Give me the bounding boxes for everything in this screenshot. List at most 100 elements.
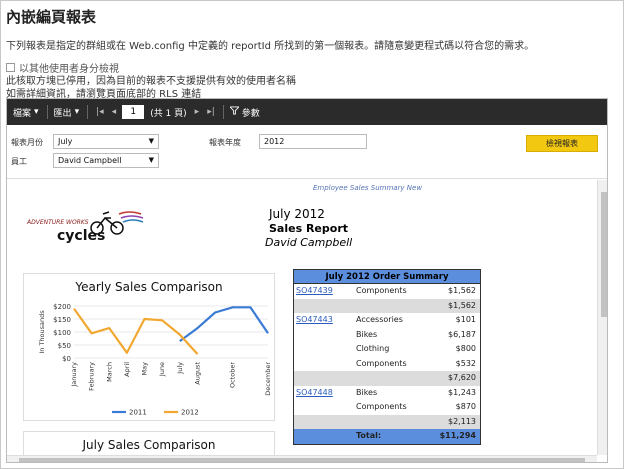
svg-text:ADVENTURE WORKS: ADVENTURE WORKS: [26, 219, 89, 226]
x-tick-label: February: [88, 362, 96, 391]
subtotal-row: $1,562: [294, 298, 480, 313]
july-sales-chart: July Sales Comparison: [23, 431, 275, 455]
employee-value: David Campbell: [58, 156, 122, 165]
subtotal-row: $2,113: [294, 414, 480, 429]
last-page-icon[interactable]: ▸|: [207, 107, 215, 117]
page-count: (共 1 頁): [150, 108, 187, 119]
y-tick-label: $150: [53, 316, 71, 324]
horizontal-scroll-thumb[interactable]: [19, 458, 585, 462]
svg-text:cycles: cycles: [57, 228, 105, 244]
month-select[interactable]: July ▼: [53, 134, 159, 149]
view-report-button[interactable]: 檢視報表: [526, 135, 598, 152]
order-amount: $800: [455, 344, 476, 353]
report-doc-title: Employee Sales Summary New: [313, 184, 423, 192]
order-row: Components $870: [294, 400, 480, 415]
first-page-icon[interactable]: |◂: [96, 107, 104, 117]
y-tick-label: $0: [62, 355, 71, 363]
chevron-down-icon: ▼: [148, 156, 154, 164]
file-menu-label: 檔案: [13, 108, 32, 119]
july-chart-title: July Sales Comparison: [82, 438, 216, 452]
legend-label: 2012: [181, 409, 199, 417]
x-tick-label: August: [193, 362, 201, 385]
report-header-date: July 2012: [269, 207, 325, 221]
yearly-sales-chart: Yearly Sales Comparison $200 $150 $100 $50 $…: [23, 273, 275, 421]
report-header-employee: David Campbell: [265, 236, 353, 249]
order-link[interactable]: SO47443: [296, 313, 333, 328]
embedded-report: 檔案 ▾ 匯出 ▾ |◂ ◂ 1 (共 1 頁) ▸ ▸| 參數 報表月份 July…: [6, 98, 608, 463]
vertical-scrollbar[interactable]: [597, 180, 607, 455]
order-link[interactable]: SO47439: [296, 284, 333, 299]
year-input[interactable]: 2012: [259, 134, 367, 149]
x-tick-label: May: [141, 362, 149, 376]
page-title: 內嵌編頁報表: [6, 8, 97, 26]
order-row: SO47439 Components $1,562: [294, 284, 480, 299]
y-axis-label: In Thousands: [38, 310, 46, 354]
order-amount: $1,562: [448, 286, 476, 295]
order-amount: $870: [455, 402, 476, 411]
y-tick-label: $100: [53, 329, 71, 337]
filter-icon: [228, 106, 240, 118]
chevron-down-icon: ▾: [34, 107, 39, 117]
order-row: Components $532: [294, 357, 480, 372]
series-line-2012: [73, 307, 199, 355]
x-tick-label: June: [158, 362, 166, 377]
year-label: 報表年度: [209, 138, 241, 147]
chart-plot: $200 $150 $100 $50 $0 In Thousands January Febr…: [38, 303, 272, 417]
toolbar-divider: [222, 105, 224, 119]
vertical-scroll-thumb[interactable]: [601, 192, 607, 317]
employee-select[interactable]: David Campbell ▼: [53, 153, 159, 168]
series-line-2011: [179, 306, 269, 342]
order-category: Components: [356, 358, 407, 368]
order-category: Components: [356, 402, 407, 411]
chevron-down-icon: ▾: [74, 107, 80, 117]
report-header-title: Sales Report: [269, 222, 348, 235]
page-number-input[interactable]: 1: [122, 105, 145, 119]
x-tick-label: March: [105, 362, 113, 382]
previous-page-icon[interactable]: ◂: [112, 107, 117, 117]
year-value: 2012: [264, 137, 285, 146]
y-tick-label: $200: [53, 303, 71, 311]
report-toolbar: 檔案 ▾ 匯出 ▾ |◂ ◂ 1 (共 1 頁) ▸ ▸| 參數: [7, 99, 607, 125]
adventure-works-logo: ADVENTURE WORKS cycles: [25, 204, 145, 244]
order-link[interactable]: SO47448: [296, 386, 333, 401]
chevron-down-icon: ▼: [148, 137, 154, 145]
order-row: SO47443 Accessories $101: [294, 313, 480, 328]
parameters-button[interactable]: 參數: [228, 106, 260, 119]
x-tick-label: January: [70, 362, 78, 388]
order-category: Clothing: [356, 344, 390, 353]
y-tick-label: $50: [58, 342, 71, 350]
order-row: SO47448 Bikes $1,243: [294, 386, 480, 401]
chart-title: Yearly Sales Comparison: [75, 280, 223, 294]
order-amount: $1,243: [448, 387, 476, 397]
horizontal-scrollbar[interactable]: [7, 455, 597, 462]
order-row: Clothing $800: [294, 342, 480, 357]
total-row: Total: $11,294: [294, 429, 480, 444]
order-row: Bikes $6,187: [294, 328, 480, 343]
subtotal-row: $7,620: [294, 371, 480, 386]
report-canvas: Employee Sales Summary New ADVENTURE WOR…: [7, 180, 597, 455]
legend-label: 2011: [129, 409, 147, 417]
order-summary-rows: SO47439 Components $1,562 $1,562 SO47443 Acce…: [294, 284, 480, 444]
x-tick-label: April: [123, 362, 131, 377]
view-as-user-checkbox[interactable]: [6, 63, 15, 72]
order-amount: $532: [455, 358, 476, 368]
total-label: Total:: [356, 431, 382, 440]
x-tick-label: October: [229, 362, 237, 388]
order-summary-title: July 2012 Order Summary: [294, 270, 480, 284]
order-category: Accessories: [356, 315, 403, 324]
order-amount: $2,113: [448, 416, 476, 426]
order-amount: $11,294: [439, 431, 476, 440]
order-category: Components: [356, 286, 407, 295]
file-menu[interactable]: 檔案 ▾: [13, 106, 39, 119]
parameters-label: 參數: [241, 108, 260, 119]
toolbar-divider: [87, 105, 89, 119]
employee-label: 員工: [11, 157, 27, 166]
order-amount: $1,562: [448, 300, 476, 310]
month-value: July: [58, 137, 73, 146]
order-category: Bikes: [356, 387, 378, 397]
order-category: Bikes: [356, 329, 378, 339]
next-page-icon[interactable]: ▸: [195, 107, 200, 117]
x-tick-label: December: [264, 362, 272, 396]
export-menu[interactable]: 匯出 ▾: [54, 106, 80, 119]
x-tick-label: July: [176, 362, 184, 375]
